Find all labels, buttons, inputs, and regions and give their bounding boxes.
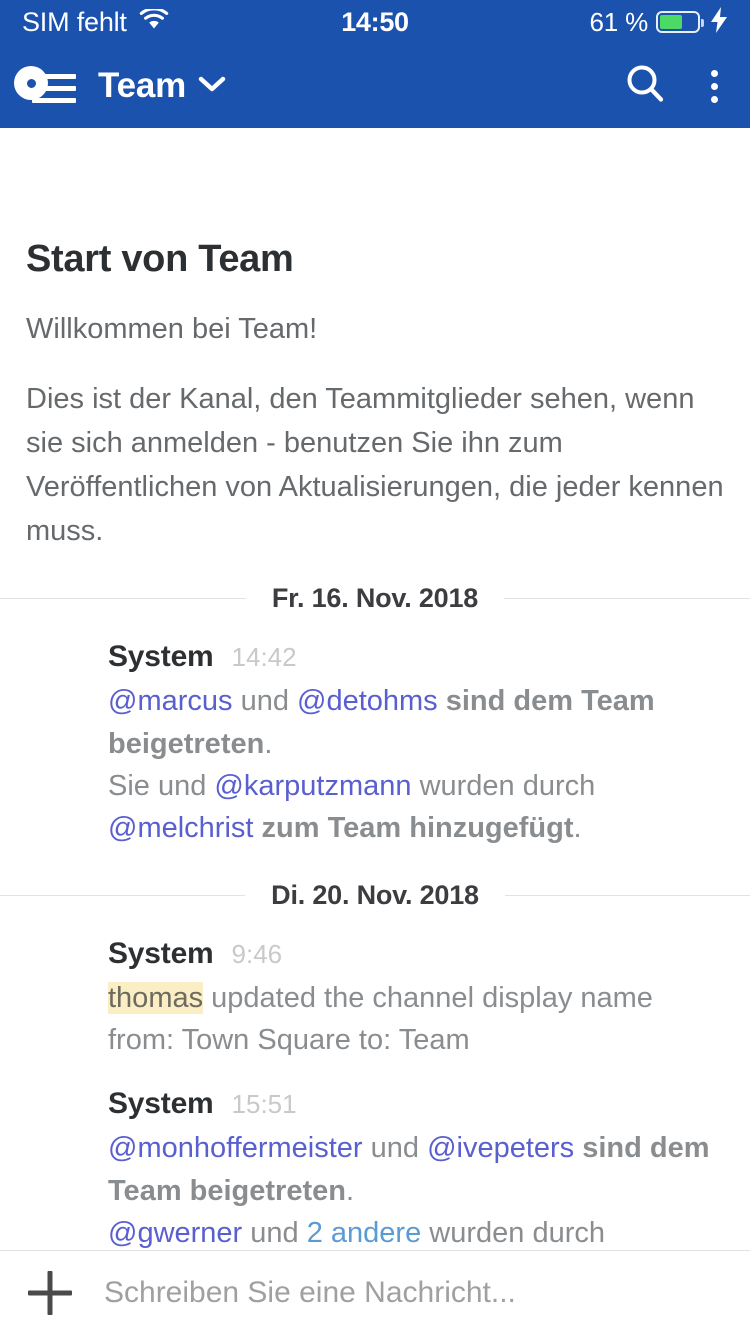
battery-icon <box>656 11 704 33</box>
message-text: . <box>345 1174 355 1207</box>
divider-rule-right <box>504 894 750 896</box>
channel-intro: Start von Team Willkommen bei Team! Dies… <box>0 128 750 553</box>
divider-rule-right <box>504 598 750 600</box>
mention-link[interactable]: @marcus <box>108 685 233 717</box>
message-input-bar <box>0 1250 750 1334</box>
message-text: . <box>264 727 273 760</box>
mention-link[interactable]: @detohms <box>297 685 438 717</box>
message-author: System <box>108 640 214 674</box>
divider-rule-left <box>0 894 246 896</box>
message-text-bold: zum Team hinzugefügt <box>253 812 574 845</box>
message-text: Sie und <box>108 770 215 803</box>
more-options-button[interactable] <box>701 66 728 107</box>
message-body: thomas updated the channel display name … <box>108 977 726 1062</box>
message-header: System 14:42 <box>108 640 726 674</box>
message-header: System 9:46 <box>108 937 726 971</box>
channel-intro-title: Start von Team <box>26 238 294 280</box>
status-bar-left: SIM fehlt <box>22 6 169 37</box>
add-attachment-button[interactable] <box>24 1267 76 1319</box>
message-author: System <box>108 1087 214 1121</box>
message-text: wurden durch <box>411 770 596 803</box>
status-bar: SIM fehlt 14:50 61 % <box>0 0 750 44</box>
search-button[interactable] <box>623 62 667 111</box>
message-body: @monhoffermeister und @ivepeters sind de… <box>108 1127 726 1250</box>
message-text: . <box>573 812 582 845</box>
more-vertical-icon <box>711 69 718 77</box>
menu-button[interactable] <box>14 64 76 108</box>
message-timestamp: 9:46 <box>231 938 283 969</box>
mention-link[interactable]: @melchrist <box>108 812 253 844</box>
mention-link[interactable]: @monhoffermeister <box>108 1132 363 1164</box>
message-item[interactable]: System 14:42 @marcus und @detohms sind d… <box>0 614 750 849</box>
message-item[interactable]: System 9:46 thomas updated the channel d… <box>0 911 750 1062</box>
status-bar-right: 61 % <box>589 6 728 38</box>
message-body: @marcus und @detohms sind dem Team beige… <box>108 680 726 849</box>
online-status-dot-icon <box>14 66 48 100</box>
battery-fill <box>660 15 682 29</box>
others-link[interactable]: 2 andere <box>307 1217 422 1249</box>
channel-title: Team <box>98 66 187 105</box>
message-text: und <box>232 685 298 718</box>
date-divider-second: Di. 20. Nov. 2018 <box>0 880 750 911</box>
navigation-bar: Team <box>0 44 750 128</box>
channel-title-button[interactable]: Team <box>98 66 623 106</box>
mention-link[interactable]: @gwerner <box>108 1217 242 1249</box>
date-divider-first: Fr. 16. Nov. 2018 <box>0 583 750 614</box>
divider-rule-left <box>0 598 246 600</box>
message-timestamp: 15:51 <box>231 1089 297 1120</box>
search-icon <box>627 65 664 102</box>
message-item[interactable]: System 15:51 @monhoffermeister und @ivep… <box>0 1061 750 1250</box>
message-text: und <box>242 1217 307 1250</box>
message-input[interactable] <box>104 1275 726 1310</box>
mention-link[interactable]: @karputzmann <box>214 770 411 802</box>
message-list[interactable]: Start von Team Willkommen bei Team! Dies… <box>0 128 750 1250</box>
navigation-actions <box>623 62 728 111</box>
message-text: wurden durch <box>421 1217 605 1250</box>
channel-intro-welcome: Willkommen bei Team! <box>26 313 318 345</box>
message-timestamp: 14:42 <box>231 642 297 673</box>
carrier-label: SIM fehlt <box>22 6 127 37</box>
message-header: System 15:51 <box>108 1087 726 1121</box>
channel-intro-body: Dies ist der Kanal, den Teammitglieder s… <box>26 383 724 548</box>
wifi-icon <box>139 6 169 36</box>
date-divider-label: Di. 20. Nov. 2018 <box>271 879 479 910</box>
message-author: System <box>108 936 214 970</box>
mention-link[interactable]: @ivepeters <box>427 1132 574 1164</box>
lightning-bolt-icon <box>710 6 728 38</box>
highlighted-username: thomas <box>108 981 204 1014</box>
message-text: und <box>362 1132 428 1165</box>
date-divider-label: Fr. 16. Nov. 2018 <box>271 583 479 614</box>
chevron-down-icon <box>198 75 226 98</box>
battery-percent-label: 61 % <box>589 6 649 37</box>
